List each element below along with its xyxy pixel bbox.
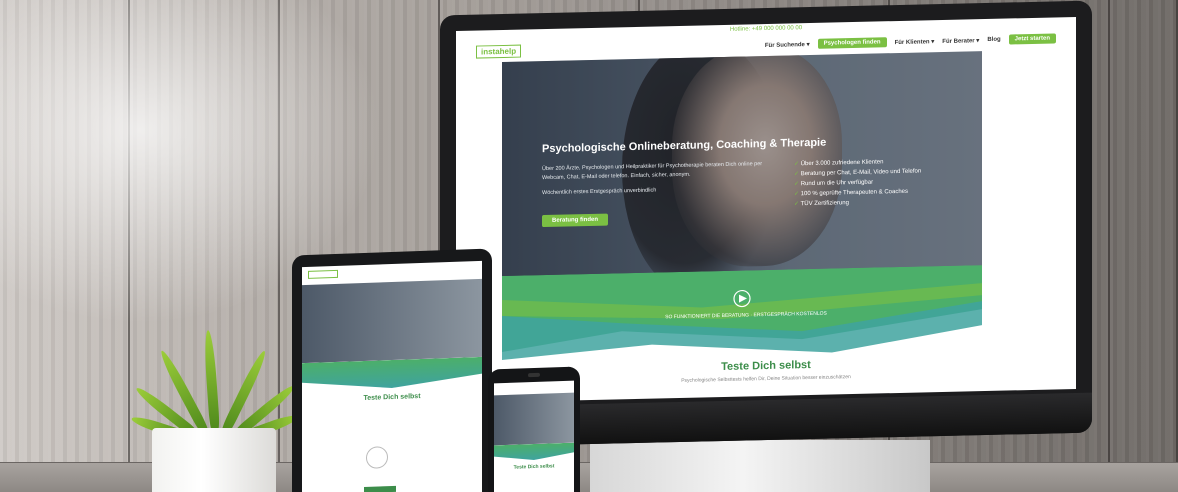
smartphone-device: Teste Dich selbst bbox=[488, 366, 580, 492]
monitor-screen: Hotline: +49 000 000 00 00 instahelp Für… bbox=[456, 16, 1076, 404]
nav-link-suchende[interactable]: Für Suchende ▾ bbox=[765, 41, 810, 49]
nav-link-blog[interactable]: Blog bbox=[987, 37, 1000, 43]
plant-leaf bbox=[203, 329, 220, 431]
tablet-device: Teste Dich selbst bbox=[292, 248, 492, 492]
nav-link-berater[interactable]: Für Berater ▾ bbox=[942, 37, 979, 45]
tablet-logo bbox=[308, 269, 338, 279]
tablet-hero bbox=[302, 278, 482, 364]
phone-camera bbox=[528, 372, 540, 378]
feature-checklist: Über 3.000 zufriedene Klienten Beratung … bbox=[794, 156, 922, 209]
potted-plant bbox=[130, 329, 300, 492]
phone-section-title: Teste Dich selbst bbox=[513, 463, 555, 471]
wall-plank bbox=[1110, 0, 1178, 492]
hero-text: Über 200 Ärzte, Psychologen und Heilprak… bbox=[542, 161, 763, 182]
plant-pot bbox=[152, 428, 276, 492]
hero-cta-button[interactable]: Beratung finden bbox=[542, 213, 608, 228]
tablet-test-icon bbox=[366, 446, 388, 469]
phone-wave-band bbox=[494, 443, 574, 462]
nav-button-psychologen[interactable]: Psychologen finden bbox=[817, 37, 887, 49]
tablet-screen: Teste Dich selbst bbox=[302, 260, 482, 492]
site-logo[interactable]: instahelp bbox=[476, 44, 522, 59]
phone-hero bbox=[494, 392, 574, 446]
phone-screen: Teste Dich selbst bbox=[494, 380, 574, 492]
monitor-stand bbox=[590, 440, 930, 492]
start-button[interactable]: Jetzt starten bbox=[1008, 33, 1056, 45]
tablet-button[interactable] bbox=[364, 485, 396, 492]
tablet-section-title: Teste Dich selbst bbox=[363, 393, 421, 402]
hero-banner: Psychologische Onlineberatung, Coaching … bbox=[502, 51, 982, 284]
nav-link-klienten[interactable]: Für Klienten ▾ bbox=[895, 38, 935, 46]
hero-description: Über 200 Ärzte, Psychologen und Heilprak… bbox=[542, 160, 772, 198]
